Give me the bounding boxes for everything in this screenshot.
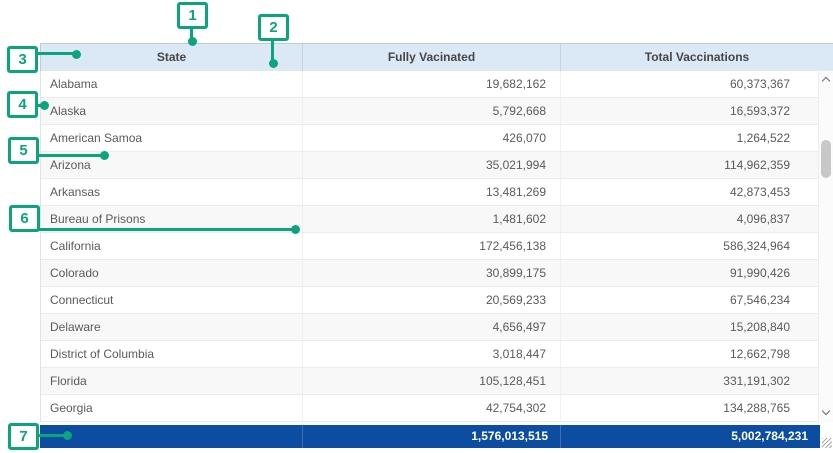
callout-6-anchor-dot bbox=[291, 225, 300, 234]
fully-vaccinated-cell[interactable]: 19,682,162 bbox=[302, 71, 560, 97]
total-vaccinations-cell[interactable]: 42,873,453 bbox=[560, 179, 818, 205]
callout-6-label: 6 bbox=[20, 210, 28, 227]
state-cell[interactable]: Connecticut bbox=[41, 287, 302, 313]
column-header-total-vaccinations[interactable]: Total Vaccinations bbox=[560, 44, 833, 71]
state-cell[interactable]: Arkansas bbox=[41, 179, 302, 205]
fully-vaccinated-cell[interactable]: 105,128,451 bbox=[302, 368, 560, 394]
table-header-row: State Fully Vacinated Total Vaccinations bbox=[40, 43, 833, 71]
callout-1-label: 1 bbox=[188, 7, 196, 24]
totals-fully-vaccinated-cell: 1,576,013,515 bbox=[302, 425, 560, 448]
total-vaccinations-cell[interactable]: 1,264,522 bbox=[560, 125, 818, 151]
state-cell[interactable]: Alaska bbox=[41, 98, 302, 124]
total-vaccinations-cell[interactable]: 16,593,372 bbox=[560, 98, 818, 124]
callout-2-badge: 2 bbox=[258, 14, 289, 41]
callout-3-badge: 3 bbox=[7, 46, 38, 73]
total-vaccinations-cell[interactable]: 60,373,367 bbox=[560, 71, 818, 97]
callout-6-connector bbox=[39, 228, 293, 231]
total-vaccinations-cell[interactable]: 67,546,234 bbox=[560, 287, 818, 313]
resize-grip-icon[interactable] bbox=[822, 438, 832, 448]
table-row[interactable]: Arkansas13,481,26942,873,453 bbox=[41, 179, 818, 206]
callout-1-badge: 1 bbox=[177, 2, 208, 29]
chevron-up-glyph bbox=[822, 77, 830, 85]
chevron-down-icon[interactable] bbox=[819, 406, 833, 420]
table-row[interactable]: California172,456,138586,324,964 bbox=[41, 233, 818, 260]
callout-7-badge: 7 bbox=[8, 423, 39, 450]
totals-row: 1,576,013,515 5,002,784,231 bbox=[40, 425, 820, 448]
table-row[interactable]: District of Columbia3,018,44712,662,798 bbox=[41, 341, 818, 368]
table-row[interactable]: Delaware4,656,49715,208,840 bbox=[41, 314, 818, 341]
callout-4-badge: 4 bbox=[7, 91, 38, 118]
callout-5-anchor-dot bbox=[100, 151, 109, 160]
state-cell[interactable]: Florida bbox=[41, 368, 302, 394]
callout-7-connector bbox=[38, 434, 66, 437]
fully-vaccinated-cell[interactable]: 172,456,138 bbox=[302, 233, 560, 259]
callout-2-connector bbox=[271, 40, 274, 61]
fully-vaccinated-cell[interactable]: 13,481,269 bbox=[302, 179, 560, 205]
fully-vaccinated-cell[interactable]: 20,569,233 bbox=[302, 287, 560, 313]
column-header-fully-vaccinated[interactable]: Fully Vacinated bbox=[302, 44, 560, 71]
total-vaccinations-cell[interactable]: 91,990,426 bbox=[560, 260, 818, 286]
total-vaccinations-cell[interactable]: 586,324,964 bbox=[560, 233, 818, 259]
vertical-scrollbar[interactable] bbox=[818, 71, 833, 423]
callout-1-anchor-dot bbox=[188, 37, 197, 46]
fully-vaccinated-cell[interactable]: 3,018,447 bbox=[302, 341, 560, 367]
fully-vaccinated-cell[interactable]: 426,070 bbox=[302, 125, 560, 151]
callout-4-label: 4 bbox=[18, 96, 26, 113]
fully-vaccinated-cell[interactable]: 5,792,668 bbox=[302, 98, 560, 124]
state-cell[interactable]: Delaware bbox=[41, 314, 302, 340]
table-row[interactable]: Alaska5,792,66816,593,372 bbox=[41, 98, 818, 125]
total-vaccinations-cell[interactable]: 331,191,302 bbox=[560, 368, 818, 394]
total-vaccinations-cell[interactable]: 134,288,765 bbox=[560, 395, 818, 421]
chevron-up-icon[interactable] bbox=[819, 73, 833, 87]
state-cell[interactable]: District of Columbia bbox=[41, 341, 302, 367]
callout-3-label: 3 bbox=[18, 51, 26, 68]
fully-vaccinated-cell[interactable]: 42,754,302 bbox=[302, 395, 560, 421]
state-cell[interactable]: California bbox=[41, 233, 302, 259]
callout-5-connector bbox=[39, 154, 103, 157]
table-body: Alabama19,682,16260,373,367Alaska5,792,6… bbox=[40, 71, 818, 422]
callout-2-anchor-dot bbox=[269, 59, 278, 68]
totals-total-vaccinations-cell: 5,002,784,231 bbox=[560, 425, 820, 448]
callout-2-label: 2 bbox=[269, 19, 277, 36]
table-row[interactable]: American Samoa426,0701,264,522 bbox=[41, 125, 818, 152]
table-row[interactable]: Georgia42,754,302134,288,765 bbox=[41, 395, 818, 422]
chevron-down-glyph bbox=[822, 407, 830, 415]
totals-state-cell bbox=[40, 425, 302, 448]
callout-7-anchor-dot bbox=[63, 431, 72, 440]
total-vaccinations-cell[interactable]: 15,208,840 bbox=[560, 314, 818, 340]
callout-3-connector bbox=[37, 52, 75, 55]
table-row[interactable]: Florida105,128,451331,191,302 bbox=[41, 368, 818, 395]
fully-vaccinated-cell[interactable]: 4,656,497 bbox=[302, 314, 560, 340]
state-cell[interactable]: Georgia bbox=[41, 395, 302, 421]
fully-vaccinated-cell[interactable]: 1,481,602 bbox=[302, 206, 560, 232]
callout-3-anchor-dot bbox=[72, 50, 81, 59]
callout-5-label: 5 bbox=[19, 142, 27, 159]
state-cell[interactable]: Colorado bbox=[41, 260, 302, 286]
callout-6-badge: 6 bbox=[9, 205, 40, 232]
column-header-state[interactable]: State bbox=[41, 44, 302, 71]
fully-vaccinated-cell[interactable]: 30,899,175 bbox=[302, 260, 560, 286]
table-row[interactable]: Alabama19,682,16260,373,367 bbox=[41, 71, 818, 98]
scrollbar-thumb[interactable] bbox=[821, 140, 831, 178]
total-vaccinations-cell[interactable]: 4,096,837 bbox=[560, 206, 818, 232]
callout-4-anchor-dot bbox=[40, 101, 49, 110]
list-table-visual: State Fully Vacinated Total Vaccinations… bbox=[0, 0, 833, 453]
state-cell[interactable]: Alabama bbox=[41, 71, 302, 97]
callout-5-badge: 5 bbox=[8, 137, 39, 164]
state-cell[interactable]: American Samoa bbox=[41, 125, 302, 151]
total-vaccinations-cell[interactable]: 12,662,798 bbox=[560, 341, 818, 367]
table-row[interactable]: Arizona35,021,994114,962,359 bbox=[41, 152, 818, 179]
callout-7-label: 7 bbox=[19, 428, 27, 445]
table-row[interactable]: Connecticut20,569,23367,546,234 bbox=[41, 287, 818, 314]
fully-vaccinated-cell[interactable]: 35,021,994 bbox=[302, 152, 560, 178]
total-vaccinations-cell[interactable]: 114,962,359 bbox=[560, 152, 818, 178]
table-row[interactable]: Colorado30,899,17591,990,426 bbox=[41, 260, 818, 287]
